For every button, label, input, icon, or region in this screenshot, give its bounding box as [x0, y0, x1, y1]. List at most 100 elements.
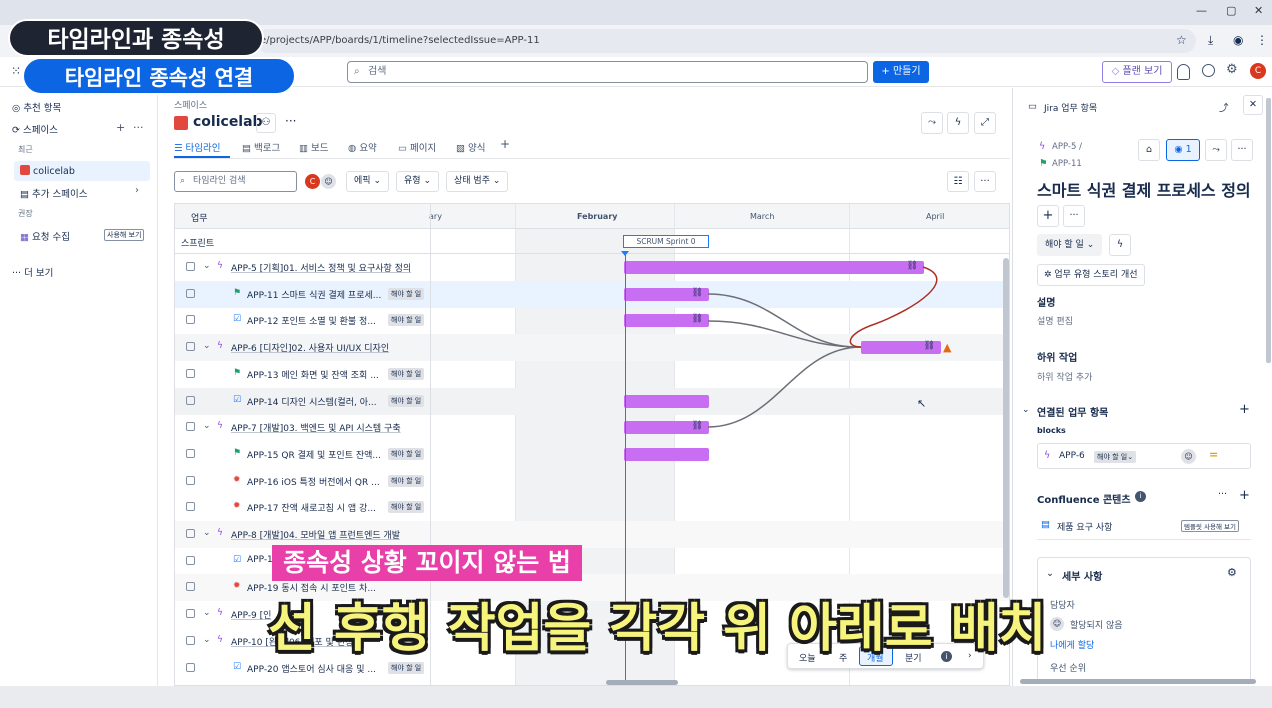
horizontal-scrollbar[interactable] — [606, 680, 678, 685]
app-switcher-icon[interactable]: ⁙ — [11, 64, 21, 78]
search-icon: ⌕ — [180, 176, 186, 186]
breadcrumb[interactable]: 스페이스 — [174, 98, 207, 111]
chevron-right-icon[interactable]: › — [135, 185, 139, 196]
tab-timeline[interactable]: ☰ 타임라인 — [174, 140, 221, 154]
profile-icon[interactable]: ◉ — [1233, 33, 1243, 47]
close-panel-icon[interactable]: ✕ — [1243, 95, 1263, 115]
tab-board[interactable]: ▥ 보드 — [299, 140, 328, 154]
add-tab-icon[interactable]: + — [500, 137, 510, 151]
tab-label: 양식 — [468, 143, 486, 154]
bookmark-star-icon[interactable]: ☆ — [1176, 33, 1187, 47]
url-bar[interactable]: e/projects/APP/boards/1/timeline?selecte… — [256, 29, 1196, 53]
template-badge[interactable]: 템플릿 사용해 보기 — [1181, 520, 1239, 532]
assignee-avatar-icon[interactable]: ☺ — [1181, 449, 1196, 464]
menu-kebab-icon[interactable]: ⋮ — [1256, 33, 1268, 47]
team-icon[interactable]: ⚇ — [256, 113, 276, 133]
expand-icon[interactable]: ⤢ — [974, 112, 996, 134]
timeline-search-input[interactable]: ⌕ 타임라인 검색 — [174, 171, 297, 192]
page-icon: ▭ — [398, 143, 410, 154]
add-link-icon[interactable]: + — [1239, 402, 1250, 417]
sidebar-item-recommended[interactable]: ◎ 추천 항목 — [12, 100, 61, 114]
spaces-more-icon[interactable]: ··· — [133, 121, 144, 134]
watch-button[interactable]: ◉ 1 — [1166, 139, 1200, 161]
linked-issue-card[interactable]: ϟ APP-6 해야 할 일⌄ ☺ = — [1037, 443, 1251, 469]
chevron-down-icon[interactable]: ⌄ — [1022, 405, 1030, 415]
status-filter[interactable]: 상태 범주 ⌄ — [446, 171, 509, 192]
sidebar-item-spaces[interactable]: ⟳ 스페이스 — [12, 122, 58, 136]
panel-scrollbar[interactable] — [1266, 98, 1271, 363]
more-actions-icon[interactable]: ··· — [1063, 205, 1085, 227]
subtask-add[interactable]: 하위 작업 추가 — [1037, 370, 1092, 383]
backlog-icon: ▤ — [242, 143, 254, 154]
unassigned-avatar-icon: ☺ — [1050, 617, 1064, 631]
add-space-icon[interactable]: + — [116, 121, 125, 134]
type-filter[interactable]: 유형 ⌄ — [396, 171, 439, 192]
assign-me-link[interactable]: 나에게 할당 — [1050, 638, 1094, 651]
project-more-icon[interactable]: ··· — [285, 114, 296, 128]
sidebar-item-more-spaces[interactable]: ▤ 추가 스페이스 — [20, 186, 87, 200]
improve-type-button[interactable]: ✲ 업무 유형 스토리 개선 — [1037, 264, 1145, 286]
window-bottom-strip — [0, 686, 1272, 708]
tabs-divider — [174, 158, 1010, 159]
close-window-icon[interactable]: ✕ — [1254, 4, 1263, 17]
sidebar-item-more[interactable]: ··· 더 보기 — [12, 265, 53, 279]
confluence-item-label: 제품 요구 사항 — [1057, 523, 1113, 533]
chevron-down-icon[interactable]: ⌄ — [1046, 568, 1054, 579]
tab-backlog[interactable]: ▤ 백로그 — [242, 140, 280, 154]
filter-avatar[interactable]: C — [305, 174, 320, 189]
open-new-icon[interactable]: ⤴ — [1219, 100, 1229, 114]
vertical-scrollbar[interactable] — [1003, 258, 1009, 598]
share-icon[interactable]: ⤳ — [921, 112, 943, 134]
recommend-icon: ◎ — [12, 103, 24, 114]
lock-icon[interactable]: ⌂ — [1138, 139, 1160, 161]
maximize-icon[interactable]: ▢ — [1226, 4, 1236, 17]
confluence-item[interactable]: ▤ 제품 요구 사항 템플릿 사용해 보기 — [1037, 512, 1251, 540]
overlay-title-secondary: 타임라인 종속성 연결 — [22, 57, 296, 95]
download-icon[interactable]: ⤓ — [1208, 33, 1213, 48]
sidebar-item-colicelab[interactable]: colicelab — [20, 165, 75, 177]
automation-icon[interactable]: ϟ — [1109, 234, 1131, 256]
status-dropdown[interactable]: 해야 할 일 ⌄ — [1037, 234, 1103, 256]
confluence-more-icon[interactable]: ··· — [1218, 489, 1227, 500]
unassigned-avatar-icon[interactable]: ☺ — [321, 174, 336, 189]
more-icon[interactable]: ··· — [1231, 139, 1253, 161]
sidebar-item-request[interactable]: ▦ 요청 수집 — [20, 229, 70, 243]
help-icon[interactable] — [1202, 64, 1215, 77]
tab-forms[interactable]: ▧ 양식 — [456, 140, 485, 154]
issue-key[interactable]: APP-11 — [1052, 159, 1082, 169]
plan-button[interactable]: ◇ 플랜 보기 — [1102, 61, 1172, 83]
info-icon[interactable]: i — [1135, 491, 1146, 502]
parent-link[interactable]: APP-5 — [1052, 142, 1076, 152]
assignee-value[interactable]: 할당되지 않음 — [1070, 618, 1123, 631]
tab-summary[interactable]: ◍ 요약 — [348, 140, 377, 154]
view-settings-icon[interactable]: ☷ — [947, 171, 969, 192]
panel-header: Jira 업무 항목 — [1044, 104, 1098, 114]
tab-pages[interactable]: ▭ 페이지 — [398, 140, 436, 154]
settings-gear-icon[interactable]: ⚙ — [1226, 62, 1238, 77]
minimize-icon[interactable]: — — [1196, 4, 1207, 17]
tab-label: 페이지 — [410, 143, 437, 154]
notification-bell-icon[interactable] — [1177, 64, 1190, 80]
try-badge[interactable]: 사용해 보기 — [104, 229, 145, 241]
description-edit[interactable]: 설명 편집 — [1037, 314, 1073, 327]
panel-horizontal-scrollbar[interactable] — [1020, 679, 1256, 684]
dependency-line — [707, 293, 862, 348]
global-search-input[interactable]: ⌕ 검색 — [347, 61, 868, 83]
add-confluence-icon[interactable]: + — [1239, 488, 1250, 503]
sidebar-label: colicelab — [33, 166, 75, 177]
share-icon[interactable]: ⤳ — [1205, 139, 1227, 161]
toolbar-more-icon[interactable]: ··· — [974, 171, 996, 192]
linked-status-badge[interactable]: 해야 할 일⌄ — [1094, 451, 1137, 463]
search-placeholder: 타임라인 검색 — [193, 176, 246, 186]
user-avatar[interactable]: C — [1250, 63, 1266, 79]
timeline-icon: ☰ — [174, 143, 186, 154]
automation-icon[interactable]: ϟ — [947, 112, 969, 134]
issue-title[interactable]: 스마트 식권 결제 프로세스 정의 — [1037, 177, 1251, 201]
epic-icon: ϟ — [1039, 141, 1046, 152]
epic-filter[interactable]: 에픽 ⌄ — [346, 171, 389, 192]
create-button[interactable]: + 만들기 — [873, 61, 929, 83]
add-icon[interactable]: + — [1037, 205, 1059, 227]
page-title: colicelab — [193, 114, 263, 130]
settings-gear-icon[interactable]: ⚙ — [1227, 566, 1237, 579]
warning-icon[interactable]: ▲ — [943, 341, 951, 354]
